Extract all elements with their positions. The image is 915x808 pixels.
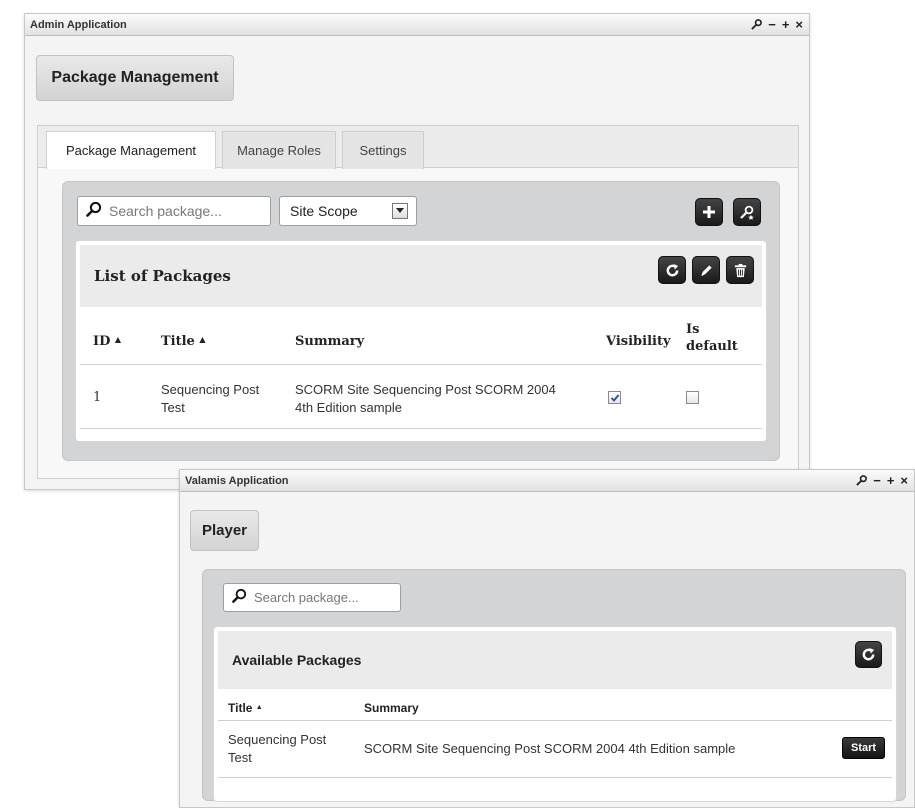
settings-wrench-icon [739,204,755,220]
row-title: Sequencing Post Test [161,382,260,415]
pencil-icon [699,263,714,278]
search-icon [232,588,247,608]
sort-arrow-icon: ▲ [255,704,263,711]
edit-button[interactable] [692,256,720,284]
column-header-title[interactable]: Title ▲ [161,334,206,349]
admin-application-window: Admin Application − + × Package Manageme… [24,13,810,490]
header-divider [80,364,762,365]
row-summary: SCORM Site Sequencing Post SCORM 2004 4t… [364,741,736,756]
tab-manage-roles[interactable]: Manage Roles [222,131,336,169]
player-button[interactable]: Player [190,510,259,551]
maximize-button[interactable]: + [887,474,895,487]
package-search-input[interactable] [107,202,270,220]
refresh-icon [861,647,876,662]
close-button[interactable]: × [900,474,908,487]
minimize-button[interactable]: − [768,18,776,31]
player-panel: Available Packages Title ▲ Summary Seque… [202,569,906,802]
sort-arrow-icon: ▲ [114,334,122,344]
package-search-box[interactable] [77,196,271,226]
wrench-icon[interactable] [856,475,868,486]
search-icon [86,201,102,222]
refresh-icon [665,263,680,278]
maximize-button[interactable]: + [782,18,790,31]
available-packages-title: Available Packages [232,652,362,668]
package-management-button[interactable]: Package Management [36,55,234,101]
dropdown-arrow-icon[interactable] [392,203,408,219]
visibility-checkbox[interactable] [608,391,621,404]
valamis-titlebar[interactable]: Valamis Application − + × [180,470,914,492]
header-divider [218,720,892,721]
package-panel: Site Scope List of Packages [62,181,780,461]
wrench-icon[interactable] [751,19,763,30]
admin-window-controls: − + × [751,18,803,31]
row-summary: SCORM Site Sequencing Post SCORM 2004 4t… [295,382,556,415]
start-button[interactable]: Start [842,737,886,759]
tab-package-management[interactable]: Package Management [46,131,216,169]
row-divider [80,428,762,429]
row-title: Sequencing Post Test [228,732,327,765]
checkmark-icon [610,393,620,403]
column-header-title[interactable]: Title ▲ [228,701,263,715]
row-divider [218,777,892,778]
column-header-visibility: Visibility [606,334,671,349]
available-packages-header: Available Packages [218,631,892,689]
player-search-input[interactable] [252,589,400,606]
packages-list-card: List of Packages ID ▲ Title ▲ Summary Vi… [75,240,767,442]
tab-settings[interactable]: Settings [342,131,424,169]
tabs-frame: Package Management Manage Roles Settings… [37,125,799,479]
valamis-window-controls: − + × [856,474,908,487]
delete-button[interactable] [726,256,754,284]
admin-window-title: Admin Application [30,18,127,31]
add-package-button[interactable] [695,198,723,226]
is-default-checkbox[interactable] [686,391,699,404]
column-header-summary: Summary [364,701,419,715]
settings-button[interactable] [733,198,761,226]
plus-icon [702,205,716,219]
minimize-button[interactable]: − [873,474,881,487]
column-header-id[interactable]: ID ▲ [93,334,121,349]
refresh-button[interactable] [658,256,686,284]
valamis-application-window: Valamis Application − + × Player Availab… [179,469,915,808]
column-header-summary: Summary [295,334,365,349]
sort-arrow-icon: ▲ [199,334,206,344]
refresh-button[interactable] [855,641,882,668]
scope-select[interactable]: Site Scope [279,196,417,226]
player-search-box[interactable] [223,583,401,612]
scope-select-value: Site Scope [290,203,358,219]
row-id: 1 [93,390,102,405]
packages-list-title: List of Packages [94,267,231,285]
tab-strip: Package Management Manage Roles Settings [38,126,798,169]
available-packages-card: Available Packages Title ▲ Summary Seque… [213,626,897,802]
column-header-is-default: Is default [686,322,738,354]
valamis-window-title: Valamis Application [185,474,289,487]
admin-titlebar[interactable]: Admin Application − + × [25,14,809,36]
trash-icon [733,263,748,278]
close-button[interactable]: × [795,18,803,31]
